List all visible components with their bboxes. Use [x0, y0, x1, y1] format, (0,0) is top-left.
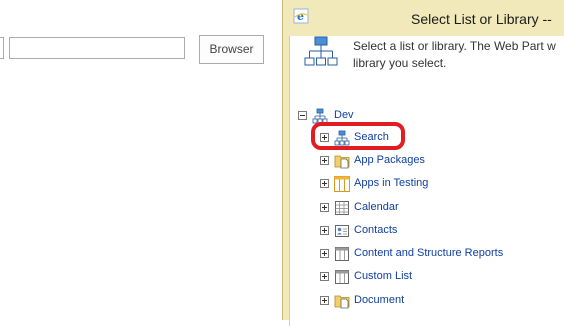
library-icon [334, 155, 350, 169]
expand-icon[interactable] [320, 203, 329, 212]
tree-node-document[interactable]: Document [314, 293, 514, 309]
tree-node-contacts[interactable]: Contacts [314, 223, 514, 239]
browse-button[interactable]: Browser [199, 35, 264, 64]
list-icon [335, 270, 349, 284]
document-library-icon [334, 295, 350, 309]
svg-text:e: e [297, 10, 304, 23]
collapse-icon[interactable] [298, 111, 307, 120]
tree-node-label[interactable]: Dev [334, 109, 354, 121]
expand-icon[interactable] [320, 226, 329, 235]
url-input[interactable] [9, 37, 185, 59]
partial-input-field[interactable] [0, 37, 4, 59]
tree-node-label[interactable]: Calendar [354, 201, 399, 213]
highlight-annotation [311, 122, 405, 150]
instruction-line-2: library you select. [353, 56, 447, 70]
tree-node-content-structure-reports[interactable]: Content and Structure Reports [314, 246, 544, 262]
dialog-title: Select List or Library -- [411, 11, 552, 27]
tree-node-label[interactable]: App Packages [354, 154, 425, 166]
internet-explorer-icon: e [293, 8, 309, 24]
instruction-line-1: Select a list or library. The Web Part w [353, 39, 556, 53]
site-hierarchy-icon [304, 36, 338, 66]
expand-icon[interactable] [320, 156, 329, 165]
tree-node-label[interactable]: Content and Structure Reports [354, 247, 503, 259]
tree-node-apps-in-testing[interactable]: Apps in Testing [314, 176, 514, 192]
expand-icon[interactable] [320, 179, 329, 188]
dialog-titlebar: e Select List or Library -- [283, 0, 564, 36]
select-list-dialog: e Select List or Library -- Select a lis… [282, 0, 564, 326]
tree-node-app-packages[interactable]: App Packages [314, 153, 514, 169]
calendar-icon [335, 201, 349, 215]
tree-node-label[interactable]: Document [354, 294, 404, 306]
dialog-instruction: Select a list or library. The Web Part w… [353, 38, 556, 72]
expand-icon[interactable] [320, 296, 329, 305]
list-grid-icon [334, 176, 350, 192]
tree-node-calendar[interactable]: Calendar [314, 200, 514, 216]
tree-node-custom-list[interactable]: Custom List [314, 269, 514, 285]
list-icon [335, 247, 349, 261]
contacts-icon [335, 225, 349, 237]
tree-node-label[interactable]: Contacts [354, 224, 397, 236]
expand-icon[interactable] [320, 249, 329, 258]
tree-node-label[interactable]: Apps in Testing [354, 177, 428, 189]
tree-node-label[interactable]: Custom List [354, 270, 412, 282]
dialog-content: Select a list or library. The Web Part w… [289, 36, 564, 326]
expand-icon[interactable] [320, 272, 329, 281]
